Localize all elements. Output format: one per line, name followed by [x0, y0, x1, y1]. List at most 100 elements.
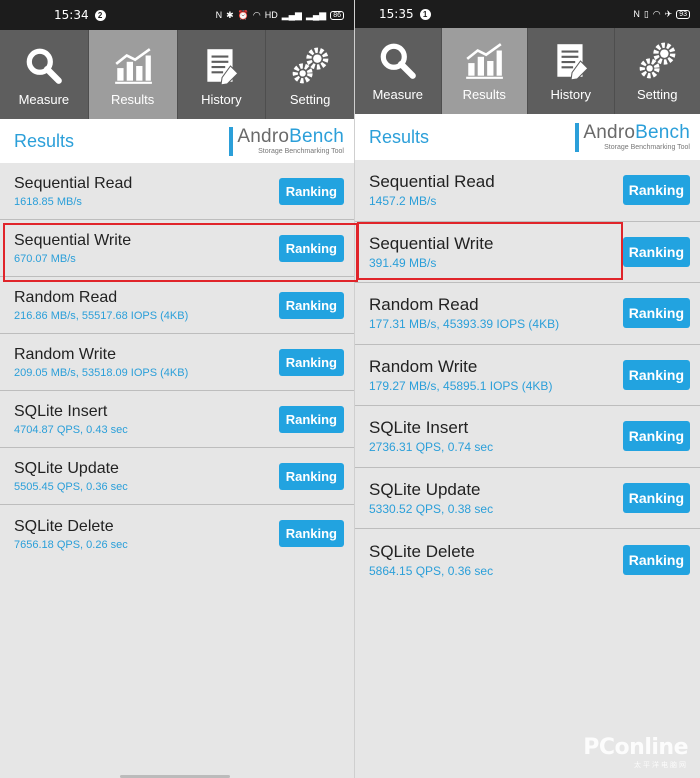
result-value: 391.49 MB/s — [369, 255, 437, 270]
logo-andro: Andro — [583, 121, 636, 143]
wifi-icon: ◠ — [652, 8, 661, 19]
tab-history[interactable]: History — [178, 30, 267, 119]
nfc-icon: N — [215, 10, 223, 20]
result-name: Sequential Write — [14, 232, 132, 249]
list-item: Random Write 209.05 MB/s, 53518.09 IOPS (… — [0, 334, 354, 391]
battery-icon: 86 — [330, 10, 344, 20]
ranking-button[interactable]: Ranking — [278, 520, 344, 547]
ranking-button[interactable]: Ranking — [622, 175, 690, 206]
list-item: Random Write 179.27 MB/s, 45895.1 IOPS (4… — [355, 345, 700, 406]
ranking-button[interactable]: Ranking — [622, 544, 690, 575]
tab-results-label: Results — [462, 87, 506, 102]
gears-icon — [292, 47, 329, 84]
status-icons: N ▯ ◠ ✈ 93 — [633, 9, 690, 20]
result-name: SQLite Delete — [369, 541, 475, 561]
status-bar: 15:34 2 N ✱ ⏰ ◠ HD ▂▄▆ ▂▄▆ 86 — [0, 0, 354, 30]
status-bar: 15:35 1 N ▯ ◠ ✈ 93 — [355, 0, 700, 28]
result-value: 7656.18 QPS, 0.26 sec — [14, 538, 128, 551]
vibrate-icon: ▯ — [643, 8, 649, 19]
result-value: 5505.45 QPS, 0.36 sec — [14, 481, 128, 493]
notification-count-badge: 2 — [94, 9, 106, 21]
tab-measure-label: Measure — [18, 92, 70, 107]
list-item: SQLite Insert 4704.87 QPS, 0.43 sec Ranki… — [0, 391, 354, 448]
list-item: Sequential Write 391.49 MB/s Ranking — [355, 222, 700, 283]
result-name: Random Write — [369, 356, 478, 376]
tab-results[interactable]: Results — [441, 28, 528, 114]
right-phone-screen: 15:35 1 N ▯ ◠ ✈ 93 Measure Results Histo… — [354, 0, 700, 778]
tab-measure[interactable]: Measure — [0, 30, 89, 119]
list-item: Sequential Write 670.07 MB/s Ranking — [0, 220, 354, 277]
result-value: 1618.85 MB/s — [14, 196, 82, 208]
result-name: SQLite Insert — [14, 403, 108, 420]
tab-setting[interactable]: Setting — [266, 30, 354, 119]
ranking-button[interactable]: Ranking — [622, 359, 690, 390]
result-name: SQLite Update — [14, 460, 119, 477]
results-list: Sequential Read 1618.85 MB/s Ranking Sequ… — [0, 163, 354, 562]
logo-tagline: Storage Benchmarking Tool — [604, 143, 690, 151]
logo-bench: Bench — [289, 125, 344, 147]
logo-bar — [575, 122, 580, 152]
page-title: Results — [369, 126, 430, 147]
list-item: SQLite Update 5505.45 QPS, 0.36 sec Ranki… — [0, 448, 354, 505]
alarm-icon: ⏰ — [237, 9, 249, 20]
results-header: Results AndroBench Storage Benchmarking … — [0, 119, 354, 163]
wifi-icon: ◠ — [252, 9, 261, 20]
tab-measure[interactable]: Measure — [355, 28, 442, 114]
magnifier-icon — [26, 48, 62, 84]
ranking-button[interactable]: Ranking — [622, 421, 690, 452]
result-value: 5330.52 QPS, 0.38 sec — [369, 501, 494, 516]
status-time: 15:35 — [379, 7, 414, 21]
list-item: SQLite Delete 5864.15 QPS, 0.36 sec Ranki… — [355, 529, 700, 591]
document-icon — [207, 49, 239, 86]
logo-bench: Bench — [635, 121, 690, 143]
list-item: SQLite Insert 2736.31 QPS, 0.74 sec Ranki… — [355, 406, 700, 468]
tab-bar: Measure Results History Setting — [0, 30, 354, 119]
status-icons: N ✱ ⏰ ◠ HD ▂▄▆ ▂▄▆ 86 — [216, 10, 344, 21]
tab-setting[interactable]: Setting — [615, 28, 700, 114]
signal-2-icon: ▂▄▆ — [305, 9, 327, 20]
logo-bar — [229, 126, 234, 156]
result-value: 177.31 MB/s, 45393.39 IOPS (4KB) — [369, 317, 560, 332]
tab-measure-label: Measure — [372, 87, 424, 102]
tab-history[interactable]: History — [528, 28, 615, 114]
tab-setting-label: Setting — [637, 87, 678, 102]
tab-results-label: Results — [110, 92, 155, 107]
logo-tagline: Storage Benchmarking Tool — [258, 147, 344, 155]
result-value: 2736.31 QPS, 0.74 sec — [369, 440, 494, 455]
status-time: 15:34 — [54, 8, 89, 22]
ranking-button[interactable]: Ranking — [278, 348, 344, 376]
hd-icon: HD — [264, 10, 278, 20]
ranking-button[interactable]: Ranking — [622, 298, 690, 329]
chart-icon — [466, 43, 504, 79]
ranking-button[interactable]: Ranking — [622, 236, 690, 267]
tab-bar: Measure Results History Setting — [355, 28, 700, 114]
result-name: SQLite Update — [369, 479, 481, 499]
battery-icon: 93 — [676, 9, 690, 19]
signal-icon: ▂▄▆ — [281, 9, 302, 20]
result-value: 5864.15 QPS, 0.36 sec — [369, 563, 494, 578]
notification-count-badge: 1 — [419, 8, 431, 20]
result-name: SQLite Delete — [14, 517, 114, 535]
list-item: SQLite Update 5330.52 QPS, 0.38 sec Ranki… — [355, 468, 700, 529]
result-value: 1457.2 MB/s — [369, 194, 437, 209]
result-value: 670.07 MB/s — [14, 253, 76, 265]
ranking-button[interactable]: Ranking — [278, 234, 344, 262]
gears-icon — [639, 42, 676, 79]
logo-andro: Andro — [237, 125, 290, 147]
result-name: Sequential Read — [369, 172, 495, 192]
list-item: Sequential Read 1457.2 MB/s Ranking — [355, 160, 700, 222]
screenshot-comparison: 15:34 2 N ✱ ⏰ ◠ HD ▂▄▆ ▂▄▆ 86 Measure Re… — [0, 0, 700, 778]
result-name: Random Write — [14, 346, 116, 363]
tab-results[interactable]: Results — [88, 30, 178, 119]
nfc-icon: N — [633, 9, 640, 19]
ranking-button[interactable]: Ranking — [278, 177, 344, 205]
ranking-button[interactable]: Ranking — [278, 291, 344, 319]
ranking-button[interactable]: Ranking — [278, 405, 344, 433]
result-name: Sequential Write — [369, 233, 494, 253]
document-icon — [557, 44, 589, 81]
ranking-button[interactable]: Ranking — [622, 482, 690, 513]
ranking-button[interactable]: Ranking — [278, 462, 344, 490]
androbench-logo: AndroBench Storage Benchmarking Tool — [575, 121, 690, 152]
chart-icon — [114, 48, 152, 84]
result-name: SQLite Insert — [369, 418, 469, 438]
